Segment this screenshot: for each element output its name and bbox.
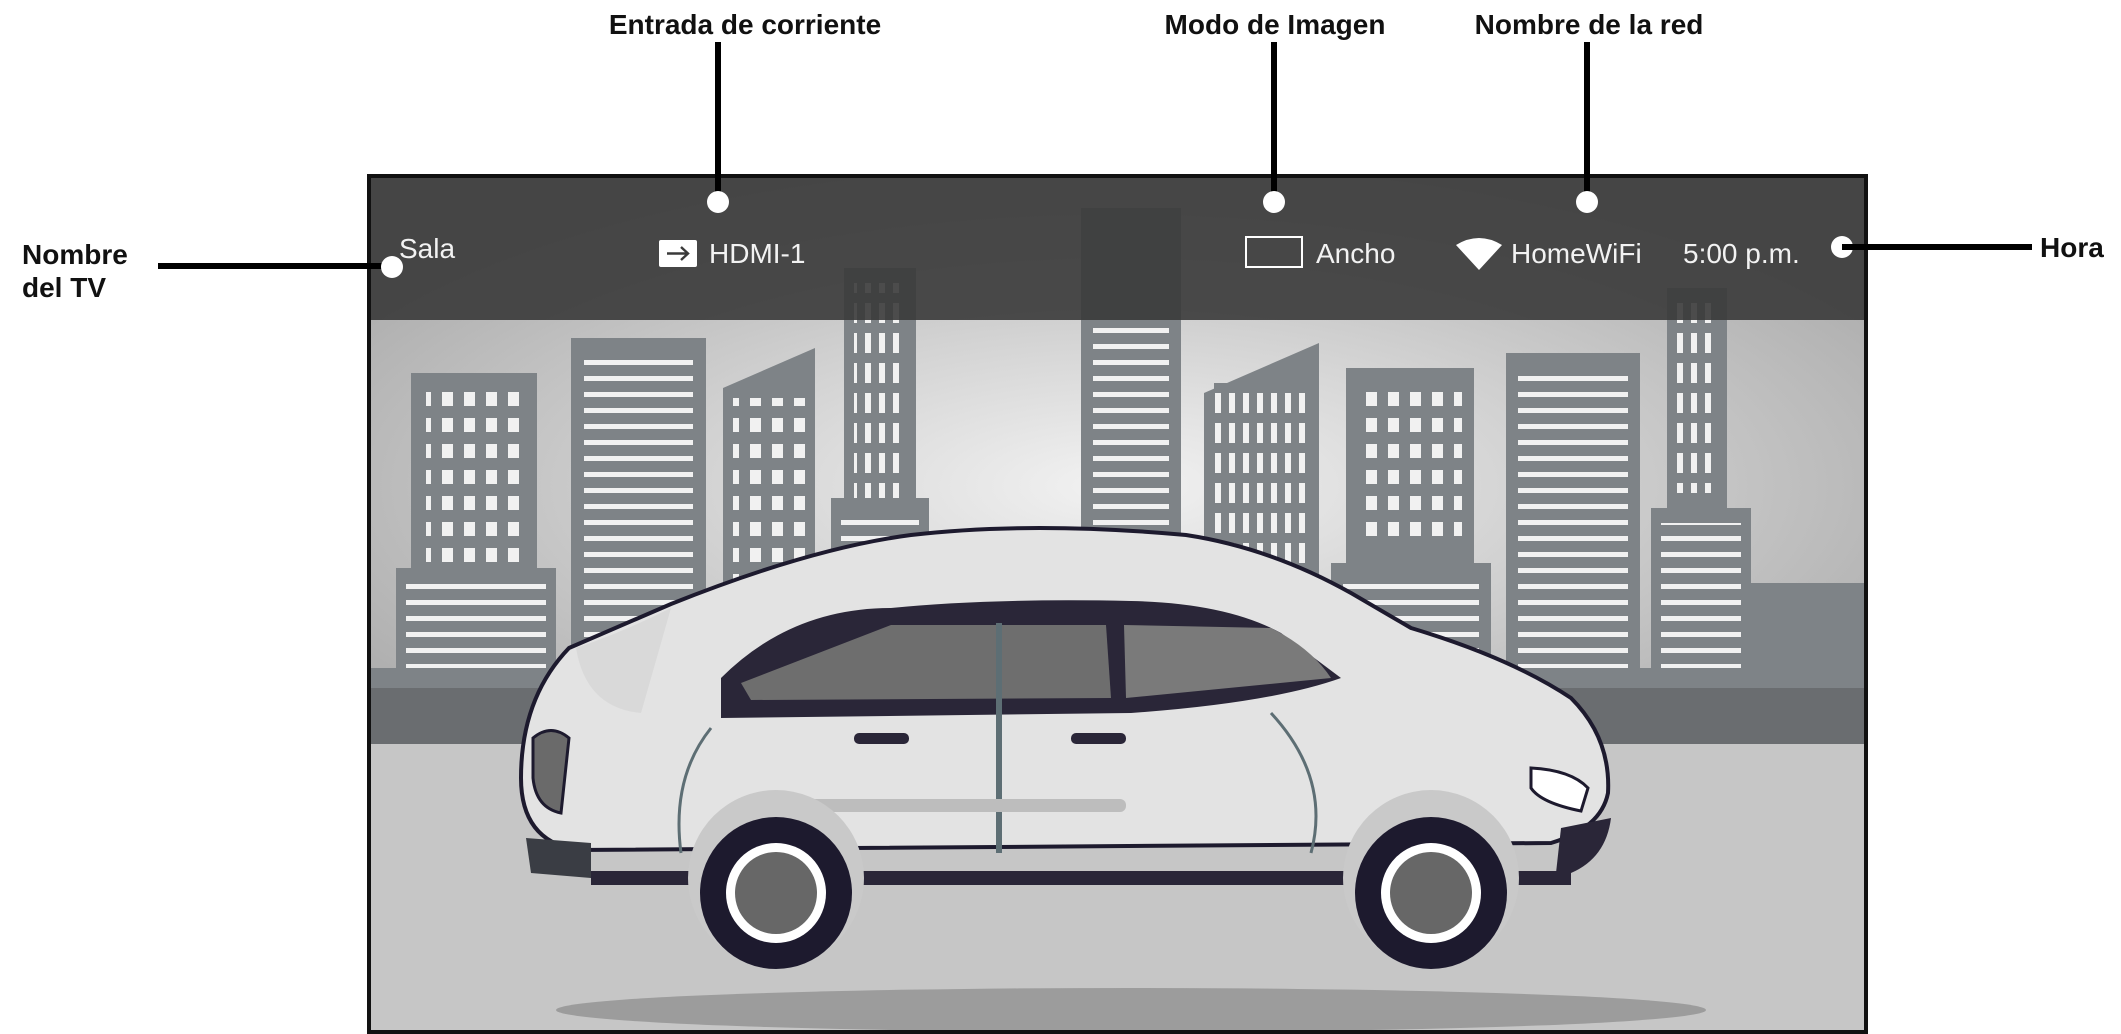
callout-picture-mode: Modo de Imagen bbox=[1164, 9, 1386, 40]
indicator-picture-mode bbox=[1263, 191, 1285, 213]
network-label: HomeWiFi bbox=[1511, 238, 1642, 269]
callout-tv-name: Nombre del TV bbox=[22, 239, 128, 303]
info-banner: Sala HDMI-1 Ancho HomeWiFi 5:00 p.m. bbox=[371, 178, 1864, 320]
leader-picture-mode bbox=[1271, 42, 1277, 202]
callout-power-input: Entrada de corriente bbox=[608, 9, 882, 40]
leader-power-input bbox=[715, 42, 721, 202]
tv-screen: Sala HDMI-1 Ancho HomeWiFi 5:00 p.m. bbox=[367, 174, 1868, 1034]
time-label: 5:00 p.m. bbox=[1683, 238, 1800, 269]
callout-time: Hora bbox=[2040, 232, 2104, 263]
indicator-network-name bbox=[1576, 191, 1598, 213]
input-arrow-icon bbox=[659, 240, 697, 267]
aspect-ratio-icon bbox=[1245, 236, 1303, 268]
leader-time bbox=[1842, 244, 2032, 250]
input-label: HDMI-1 bbox=[709, 238, 806, 269]
leader-tv-name bbox=[158, 263, 392, 269]
tv-name-label: Sala bbox=[399, 233, 456, 264]
car-shadow bbox=[556, 988, 1706, 1030]
indicator-tv-name bbox=[381, 256, 403, 278]
picture-mode-label: Ancho bbox=[1316, 238, 1396, 269]
indicator-power-input bbox=[707, 191, 729, 213]
callout-network-name: Nombre de la red bbox=[1474, 9, 1704, 40]
wifi-icon bbox=[1454, 237, 1504, 271]
leader-network-name bbox=[1584, 42, 1590, 202]
